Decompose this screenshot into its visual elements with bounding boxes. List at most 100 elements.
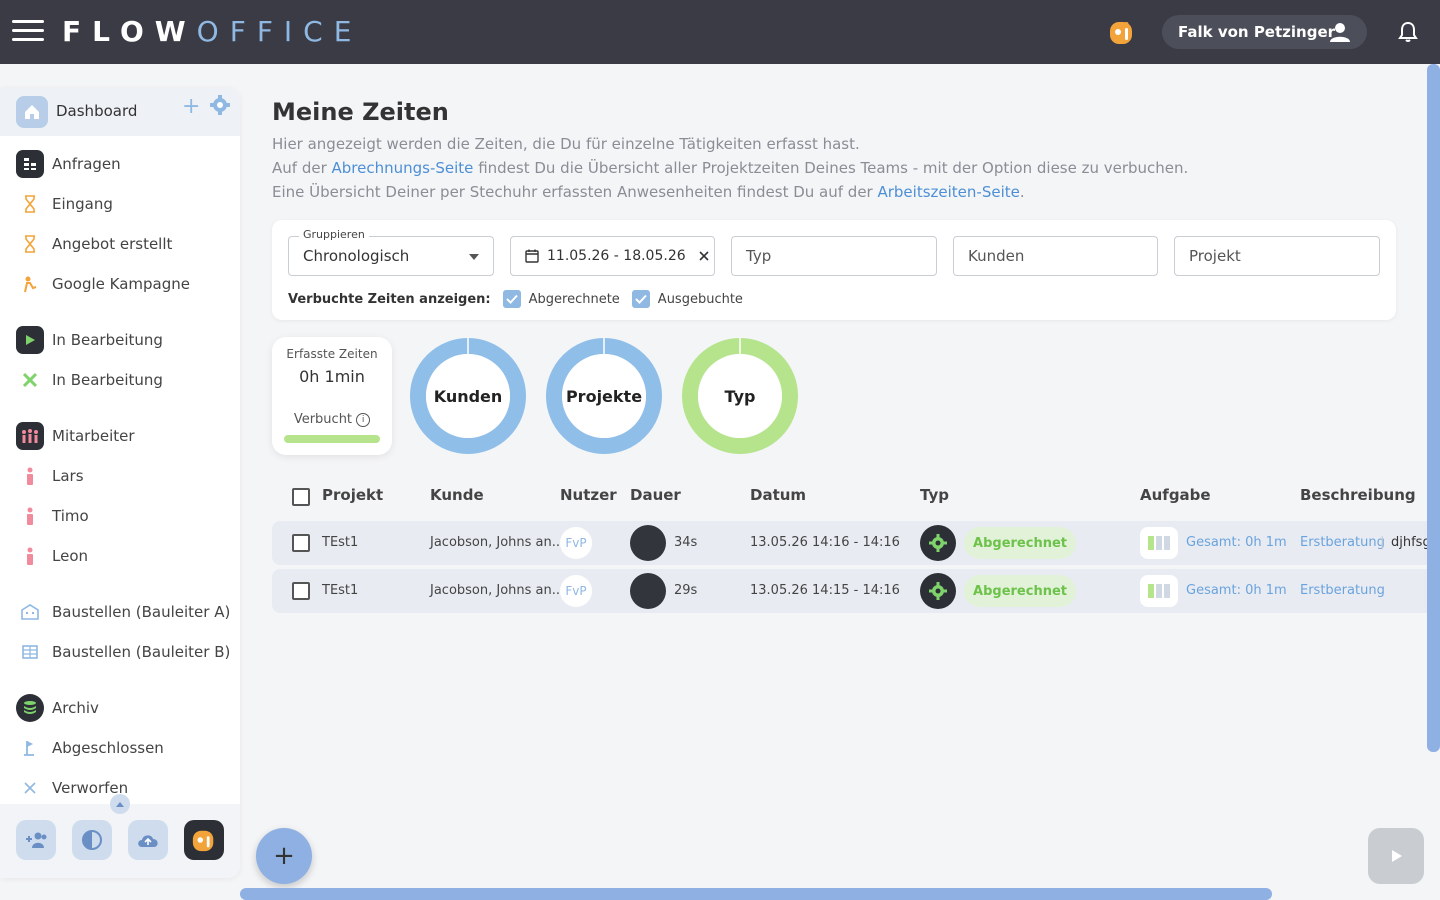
chevron-down-icon [469, 254, 479, 260]
user-avatar: FvP [560, 527, 592, 559]
description-line-1: Hier angezeigt werden die Zeiten, die Du… [272, 135, 860, 153]
status-badge: Abgerechnet [964, 527, 1076, 559]
duration-indicator [630, 525, 666, 561]
sidebar-item-mitarbeiter[interactable]: Mitarbeiter [0, 420, 240, 452]
description-text: djhfsg [1391, 535, 1431, 550]
kunden-filter[interactable]: Kunden [953, 236, 1158, 276]
typ-donut-label: Typ [725, 387, 756, 406]
app-logo[interactable]: FLOWOFFICE [62, 15, 362, 48]
col-datum[interactable]: Datum [750, 486, 806, 504]
user-avatar: FvP [560, 575, 592, 607]
page-title: Meine Zeiten [272, 98, 449, 126]
person-icon [16, 542, 44, 570]
close-icon [16, 774, 44, 802]
person-icon [16, 462, 44, 490]
brand-app-button[interactable] [184, 820, 224, 860]
group-legend: Gruppieren [299, 228, 369, 241]
col-typ[interactable]: Typ [920, 486, 949, 504]
brand-icon[interactable] [1108, 18, 1136, 46]
gear-icon [920, 525, 956, 561]
sidebar-item-angebot-erstellt[interactable]: Angebot erstellt [0, 228, 240, 260]
kunden-donut[interactable]: Kunden [409, 337, 527, 455]
add-user-button[interactable] [16, 820, 56, 860]
arbeitszeiten-link[interactable]: Arbeitszeiten-Seite [877, 183, 1019, 201]
description-tag[interactable]: Erstberatung [1300, 535, 1385, 550]
sidebar-item-lars[interactable]: Lars [0, 460, 240, 492]
abrechnungs-link[interactable]: Abrechnungs-Seite [332, 159, 474, 177]
gear-icon [920, 573, 956, 609]
top-bar: FLOWOFFICE Falk von Petzinger [0, 0, 1440, 64]
col-dauer[interactable]: Dauer [630, 486, 681, 504]
description-line-2: Auf der Abrechnungs-Seite findest Du die… [272, 159, 1189, 177]
row-checkbox[interactable] [292, 582, 310, 600]
projekt-filter[interactable]: Projekt [1174, 236, 1380, 276]
table-row[interactable]: TEst1 Jacobson, Johns an... FvP 29s 13.0… [272, 569, 1440, 613]
projekte-donut[interactable]: Projekte [545, 337, 663, 455]
chevron-up-icon[interactable] [110, 794, 130, 814]
task-total[interactable]: Gesamt: 0h 1m [1186, 583, 1287, 598]
verbucht-progress-bar [284, 435, 380, 443]
sidebar-item-dashboard[interactable]: Dashboard + [0, 88, 240, 136]
user-icon [1330, 23, 1350, 42]
description-line-3: Eine Übersicht Deiner per Stechuhr erfas… [272, 183, 1025, 201]
booked-times-toggles: Verbuchte Zeiten anzeigen: Abgerechnete … [288, 290, 755, 308]
sidebar-item-leon[interactable]: Leon [0, 540, 240, 572]
sidebar-item-baustellen-a[interactable]: Baustellen (Bauleiter A) [0, 596, 240, 628]
stat-title: Erfasste Zeiten [286, 347, 378, 361]
duration-indicator [630, 573, 666, 609]
sidebar-item-archiv[interactable]: Archiv [0, 692, 240, 724]
add-entry-button[interactable]: + [256, 828, 312, 884]
hourglass-icon [16, 190, 44, 218]
user-menu[interactable]: Falk von Petzinger [1162, 15, 1367, 49]
vertical-scrollbar[interactable] [1427, 64, 1440, 752]
sidebar-item-timo[interactable]: Timo [0, 500, 240, 532]
archive-icon [16, 694, 44, 722]
sidebar-item-in-bearbeitung[interactable]: In Bearbeitung [0, 324, 240, 356]
col-aufgabe[interactable]: Aufgabe [1140, 486, 1211, 504]
play-button[interactable] [1368, 828, 1424, 884]
typ-donut[interactable]: Typ [681, 337, 799, 455]
col-kunde[interactable]: Kunde [430, 486, 484, 504]
sidebar-item-anfragen[interactable]: Anfragen [0, 148, 240, 180]
clear-icon[interactable] [698, 250, 710, 262]
add-icon[interactable]: + [182, 94, 200, 119]
people-icon [16, 422, 44, 450]
horizontal-scrollbar[interactable] [240, 888, 1272, 900]
table-row[interactable]: TEst1 Jacobson, Johns an... FvP 34s 13.0… [272, 521, 1440, 565]
abgerechnete-checkbox[interactable] [502, 290, 521, 308]
select-all-checkbox[interactable] [292, 488, 310, 506]
row-checkbox[interactable] [292, 534, 310, 552]
sidebar-item-abgeschlossen[interactable]: Abgeschlossen [0, 732, 240, 764]
sidebar-item-google-kampagne[interactable]: Google Kampagne [0, 268, 240, 300]
user-name: Falk von Petzinger [1178, 23, 1336, 41]
group-value: Chronologisch [303, 247, 410, 265]
person-icon [16, 270, 44, 298]
building-icon [16, 598, 44, 626]
bell-icon[interactable] [1396, 20, 1420, 44]
sidebar-item-in-bearbeitung-2[interactable]: In Bearbeitung [0, 364, 240, 396]
cloud-upload-button[interactable] [128, 820, 168, 860]
sidebar-item-eingang[interactable]: Eingang [0, 188, 240, 220]
flag-icon [16, 734, 44, 762]
group-select[interactable]: Gruppieren Chronologisch [288, 228, 494, 276]
calendar-icon [525, 249, 539, 263]
col-projekt[interactable]: Projekt [322, 486, 383, 504]
sidebar-item-baustellen-b[interactable]: Baustellen (Bauleiter B) [0, 636, 240, 668]
theme-toggle-button[interactable] [72, 820, 112, 860]
date-range-field[interactable]: 11.05.26 - 18.05.26 [510, 236, 715, 276]
col-beschreibung[interactable]: Beschreibung [1300, 486, 1416, 504]
task-total[interactable]: Gesamt: 0h 1m [1186, 535, 1287, 550]
col-nutzer[interactable]: Nutzer [560, 486, 617, 504]
gear-icon[interactable] [209, 94, 231, 116]
menu-icon[interactable] [12, 20, 44, 44]
typ-filter[interactable]: Typ [731, 236, 937, 276]
projekte-donut-label: Projekte [566, 387, 642, 406]
recorded-times-card: Erfasste Zeiten 0h 1min Verbucht i [272, 337, 392, 455]
description-tag[interactable]: Erstberatung [1300, 583, 1385, 598]
ausgebuchte-checkbox[interactable] [631, 290, 650, 308]
info-icon[interactable]: i [356, 412, 371, 427]
home-icon [16, 96, 48, 128]
hourglass-icon [16, 230, 44, 258]
status-badge: Abgerechnet [964, 575, 1076, 607]
dashboard-label: Dashboard [56, 102, 138, 120]
